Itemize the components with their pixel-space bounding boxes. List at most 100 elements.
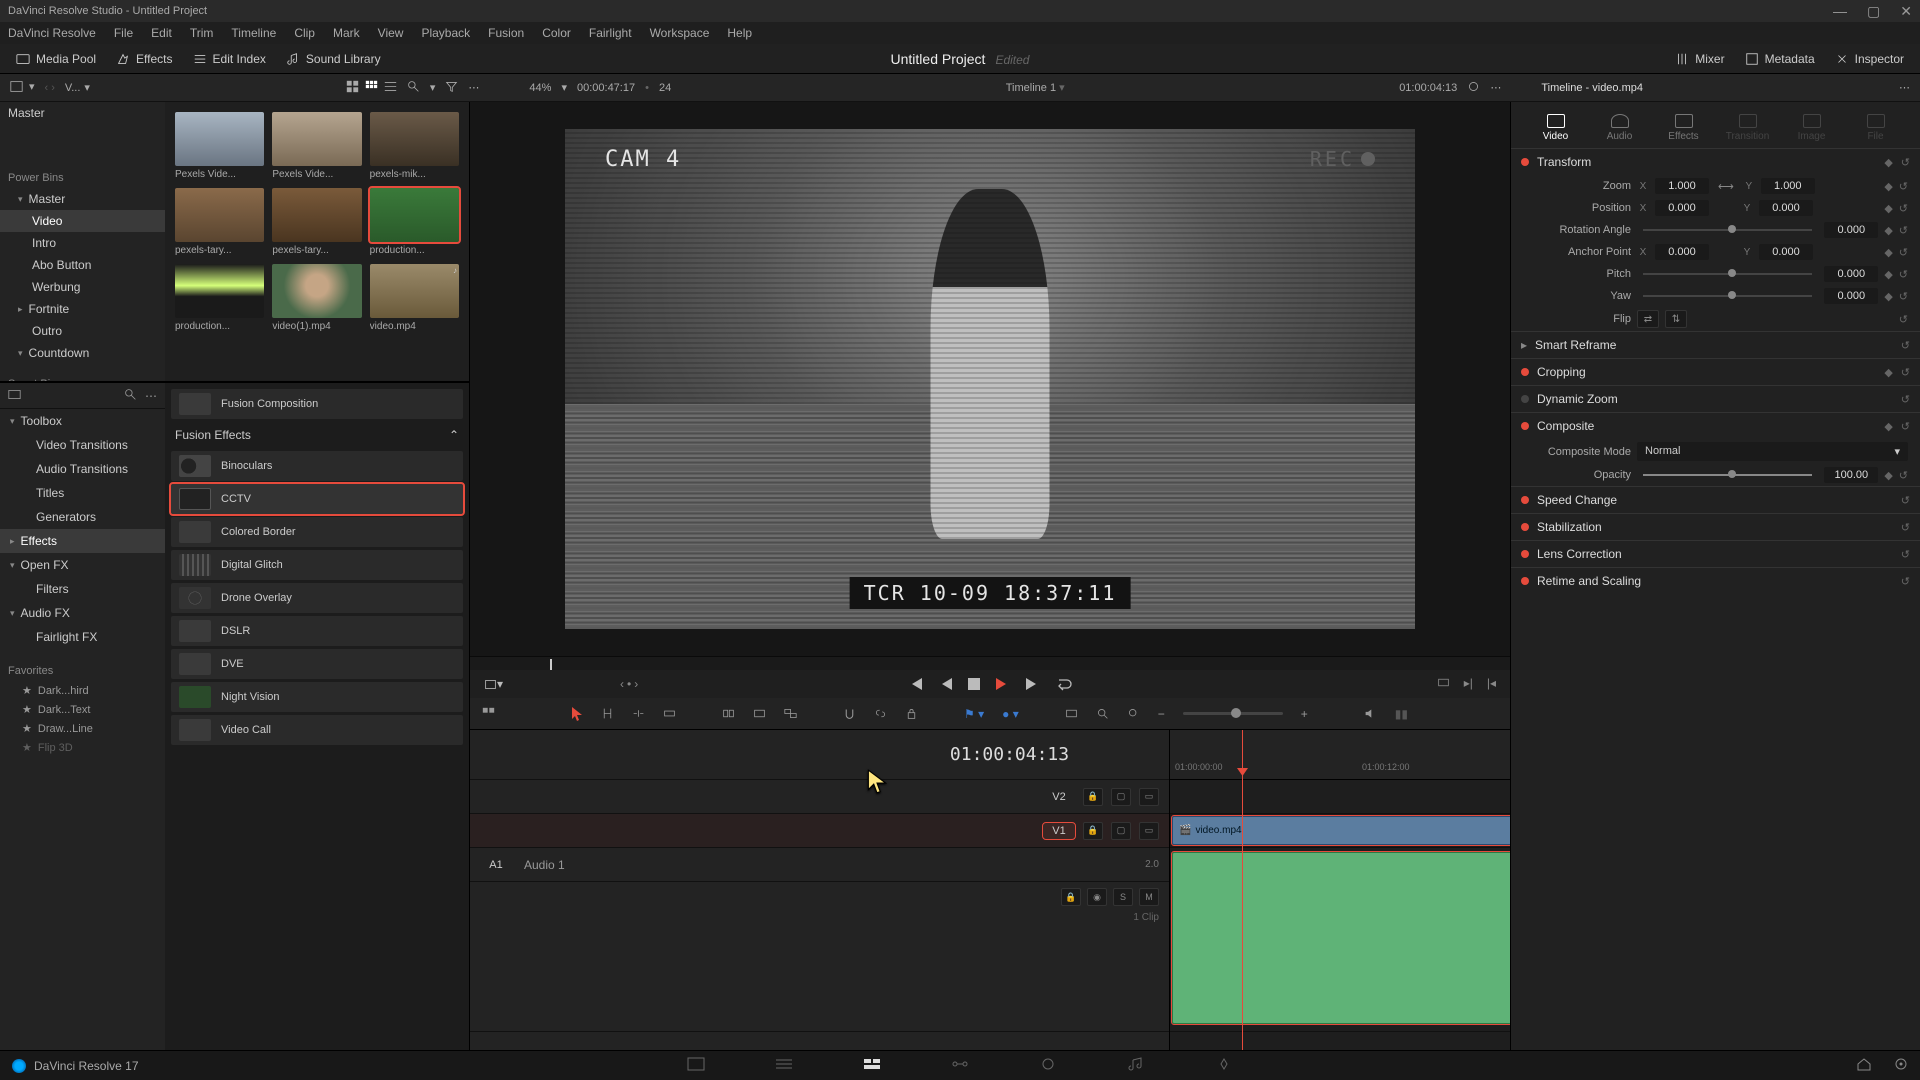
tc-gear-icon[interactable] <box>1467 80 1480 96</box>
section-speed-change[interactable]: Speed Change↺ <box>1511 487 1920 513</box>
reset-icon[interactable]: ↺ <box>1899 180 1908 193</box>
menu-fusion[interactable]: Fusion <box>488 26 524 40</box>
enable-dot-icon[interactable] <box>1521 368 1529 376</box>
chevron-down-icon[interactable]: ▾ <box>29 80 35 96</box>
cat-fairlightfx[interactable]: Fairlight FX <box>0 625 165 649</box>
src-zoom-dropdown-icon[interactable]: ▾ <box>561 81 567 94</box>
track-lane-v2[interactable] <box>1170 780 1510 814</box>
rotation-slider[interactable] <box>1643 229 1812 231</box>
yaw-field[interactable]: 0.000 <box>1824 288 1878 304</box>
effects-search-icon[interactable] <box>124 388 137 404</box>
nav-back-icon[interactable]: ‹ <box>45 82 49 94</box>
anchor-y-field[interactable]: 0.000 <box>1759 244 1813 260</box>
detail-zoom[interactable] <box>1096 707 1109 720</box>
home-button[interactable] <box>1856 1057 1872 1074</box>
list-view-icon[interactable] <box>384 80 397 96</box>
next-clip-icon[interactable]: ▸| <box>1464 676 1473 692</box>
bin-view-icon[interactable] <box>10 80 23 96</box>
playhead[interactable] <box>1242 730 1243 1050</box>
pos-x-field[interactable]: 0.000 <box>1655 200 1709 216</box>
pos-y-field[interactable]: 0.000 <box>1759 200 1813 216</box>
cat-audio-transitions[interactable]: Audio Transitions <box>0 457 165 481</box>
effect-binoculars[interactable]: Binoculars <box>171 451 463 481</box>
custom-zoom[interactable] <box>1127 707 1140 720</box>
disable-track-icon[interactable]: ▭ <box>1139 822 1159 840</box>
clip-thumb[interactable]: production... <box>370 188 459 256</box>
sort-dropdown-icon[interactable]: ▾ <box>430 81 436 94</box>
mixer-toggle[interactable]: Mixer <box>1669 49 1730 69</box>
reset-icon[interactable]: ↺ <box>1899 313 1908 326</box>
menu-help[interactable]: Help <box>727 26 752 40</box>
replace-clip-button[interactable] <box>784 707 797 720</box>
viewer-mode-dropdown[interactable]: ▾ <box>484 677 503 691</box>
menu-color[interactable]: Color <box>542 26 571 40</box>
tab-effects[interactable]: Effects <box>1652 110 1716 146</box>
metadata-toggle[interactable]: Metadata <box>1739 49 1821 69</box>
favorite-item[interactable]: ★Dark...hird <box>0 681 165 700</box>
prev-clip-icon[interactable]: |◂ <box>1487 676 1496 692</box>
menu-mark[interactable]: Mark <box>333 26 360 40</box>
section-stabilization[interactable]: Stabilization↺ <box>1511 514 1920 540</box>
viewer[interactable]: CAM 4 REC TCR 10-09 18:37:11 <box>470 102 1510 656</box>
reset-icon[interactable]: ↺ <box>1901 339 1910 352</box>
bin-master[interactable]: ▾Master <box>0 188 165 210</box>
zoom-slider[interactable] <box>1183 712 1283 715</box>
section-dynamic-zoom[interactable]: Dynamic Zoom↺ <box>1511 386 1920 412</box>
track-header-a1-controls[interactable]: 🔒 ◉ S M 1 Clip <box>470 882 1169 1032</box>
effects-panel-icon[interactable] <box>8 388 21 404</box>
keyframe-icon[interactable]: ◆ <box>1884 366 1892 379</box>
bin-video[interactable]: Video <box>0 210 165 232</box>
keyframe-icon[interactable]: ◆ <box>1884 246 1892 259</box>
close-button[interactable]: ✕ <box>1900 3 1912 20</box>
keyframe-icon[interactable]: ◆ <box>1884 290 1892 303</box>
media-pool-toggle[interactable]: Media Pool <box>10 49 102 69</box>
flag-dropdown[interactable]: ⚑ ▾ <box>964 707 984 721</box>
full-extent-zoom[interactable] <box>1065 707 1078 720</box>
section-transform[interactable]: Transform ◆↺ <box>1511 149 1920 175</box>
effect-video-call[interactable]: Video Call <box>171 715 463 745</box>
effects-toggle[interactable]: Effects <box>110 49 178 69</box>
rotation-field[interactable]: 0.000 <box>1824 222 1878 238</box>
bin-master-root[interactable]: Master <box>0 102 165 124</box>
section-smart-reframe[interactable]: ▸Smart Reframe↺ <box>1511 332 1920 358</box>
effect-cctv[interactable]: CCTV <box>171 484 463 514</box>
cat-toolbox[interactable]: ▾Toolbox <box>0 409 165 433</box>
menu-timeline[interactable]: Timeline <box>231 26 276 40</box>
reset-icon[interactable]: ↺ <box>1901 521 1910 534</box>
menu-app[interactable]: DaVinci Resolve <box>8 26 96 40</box>
section-cropping[interactable]: Cropping◆↺ <box>1511 359 1920 385</box>
reset-icon[interactable]: ↺ <box>1899 268 1908 281</box>
effects-options-icon[interactable]: ⋯ <box>145 389 157 403</box>
timeline-ruler[interactable]: 01:00:00:00 01:00:12:00 01:00:24:00 01:0… <box>1170 730 1510 780</box>
reset-icon[interactable]: ↺ <box>1899 224 1908 237</box>
timeline-view-options[interactable] <box>482 707 495 720</box>
viewer-scrub-bar[interactable] <box>470 656 1510 670</box>
loop-button[interactable] <box>1056 677 1072 691</box>
bin-abo-button[interactable]: Abo Button <box>0 254 165 276</box>
trim-tool[interactable] <box>601 707 614 720</box>
menu-playback[interactable]: Playback <box>421 26 470 40</box>
effect-night-vision[interactable]: Night Vision <box>171 682 463 712</box>
bin-werbung[interactable]: Werbung <box>0 276 165 298</box>
audio-monitor-icon[interactable] <box>1364 707 1377 720</box>
cat-openfx[interactable]: ▾Open FX <box>0 553 165 577</box>
next-edit-icon[interactable]: › <box>634 677 638 691</box>
opacity-slider[interactable] <box>1643 474 1812 476</box>
lock-track-icon[interactable]: 🔒 <box>1061 888 1081 906</box>
flip-v-button[interactable]: ⇅ <box>1665 310 1687 328</box>
viewer-options-icon[interactable]: ⋯ <box>1490 81 1501 94</box>
reset-icon[interactable]: ↺ <box>1899 246 1908 259</box>
menu-clip[interactable]: Clip <box>294 26 315 40</box>
solo-button[interactable]: S <box>1113 888 1133 906</box>
keyframe-icon[interactable]: ◆ <box>1884 180 1892 193</box>
cat-video-transitions[interactable]: Video Transitions <box>0 433 165 457</box>
tracks-canvas[interactable]: 01:00:00:00 01:00:12:00 01:00:24:00 01:0… <box>1170 730 1510 1050</box>
clip-audio-1[interactable] <box>1172 852 1510 1024</box>
auto-select-icon[interactable]: ▢ <box>1111 822 1131 840</box>
clip-thumb[interactable]: pexels-tary... <box>272 188 361 256</box>
tab-video[interactable]: Video <box>1524 110 1588 146</box>
page-color[interactable] <box>1039 1057 1057 1074</box>
track-header-v1[interactable]: V1 🔒 ▢ ▭ <box>470 814 1169 848</box>
timeline-name[interactable]: Timeline 1 <box>1006 82 1056 94</box>
mute-button[interactable]: M <box>1139 888 1159 906</box>
